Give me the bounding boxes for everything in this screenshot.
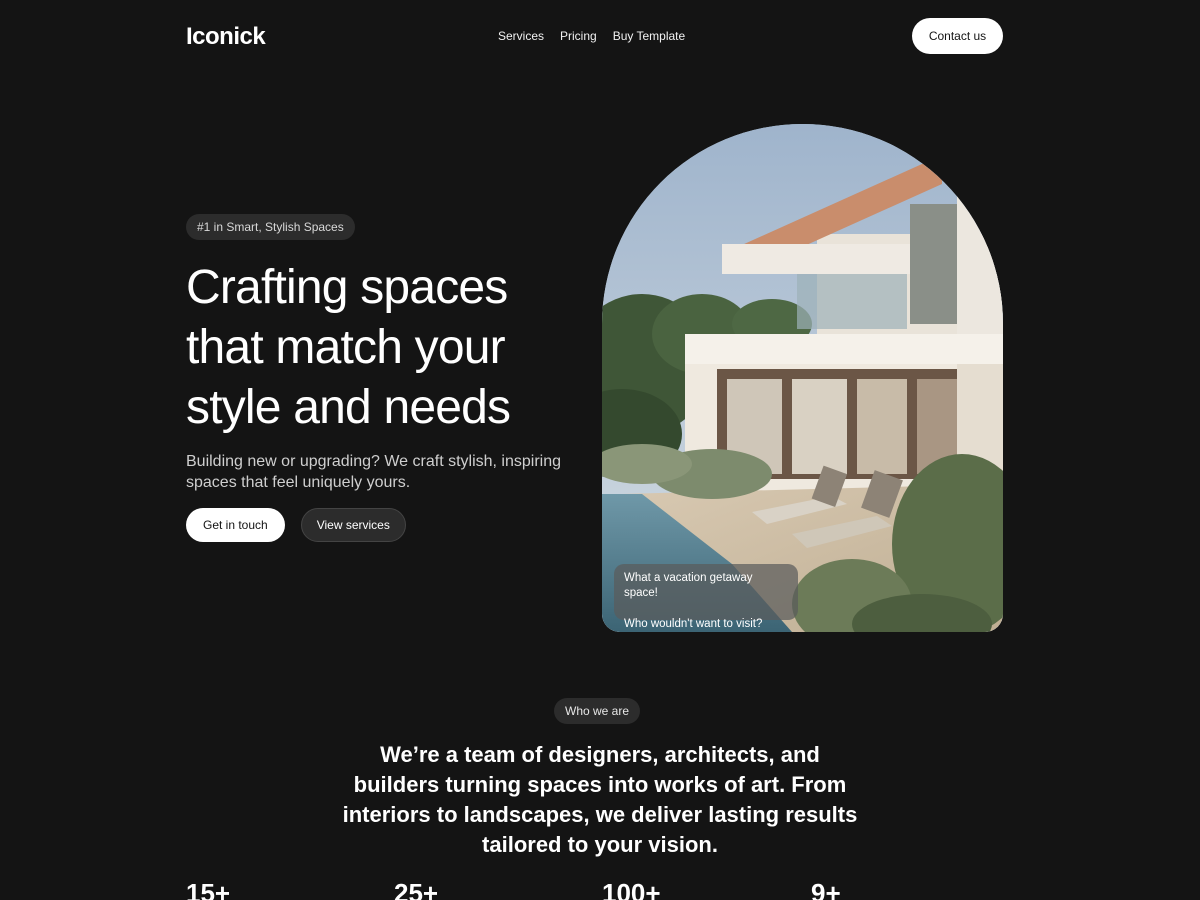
villa-photo: What a vacation getaway space! Who would…	[602, 124, 1003, 632]
top-navigation: Iconick Services Pricing Buy Template Co…	[186, 18, 1003, 54]
villa-illustration	[602, 124, 1003, 632]
stats-row: 15+ 25+ 100+ 9+	[186, 878, 1016, 900]
view-services-button[interactable]: View services	[300, 508, 406, 542]
brand-logo[interactable]: Iconick	[186, 23, 266, 51]
get-in-touch-button[interactable]: Get in touch	[186, 508, 285, 542]
hero-badge: #1 in Smart, Stylish Spaces	[186, 214, 355, 240]
section-pill-who-we-are: Who we are	[554, 698, 641, 724]
chat-message: Who wouldn't want to visit?	[624, 618, 763, 630]
contact-us-button[interactable]: Contact us	[912, 18, 1003, 54]
stat-value: 9+	[811, 878, 841, 900]
hero-subtitle: Building new or upgrading? We craft styl…	[186, 453, 562, 491]
nav-link-services[interactable]: Services	[498, 29, 544, 43]
landing-page: Iconick Services Pricing Buy Template Co…	[0, 0, 1200, 900]
hero-cta-group: Get in touch View services	[186, 508, 406, 542]
chat-bubble: What a vacation getaway space! Who would…	[614, 564, 798, 630]
stat-value: 15+	[186, 878, 231, 900]
stat-value: 100+	[602, 878, 661, 900]
chat-message: What a vacation getaway space!	[624, 572, 753, 599]
nav-link-buy-template[interactable]: Buy Template	[613, 29, 686, 43]
hero-title: Crafting spaces that match your style an…	[186, 261, 511, 434]
about-statement: We’re a team of designers, architects, a…	[342, 742, 858, 857]
stat-value: 25+	[394, 878, 439, 900]
nav-links: Services Pricing Buy Template	[498, 29, 685, 43]
nav-link-pricing[interactable]: Pricing	[560, 29, 597, 43]
